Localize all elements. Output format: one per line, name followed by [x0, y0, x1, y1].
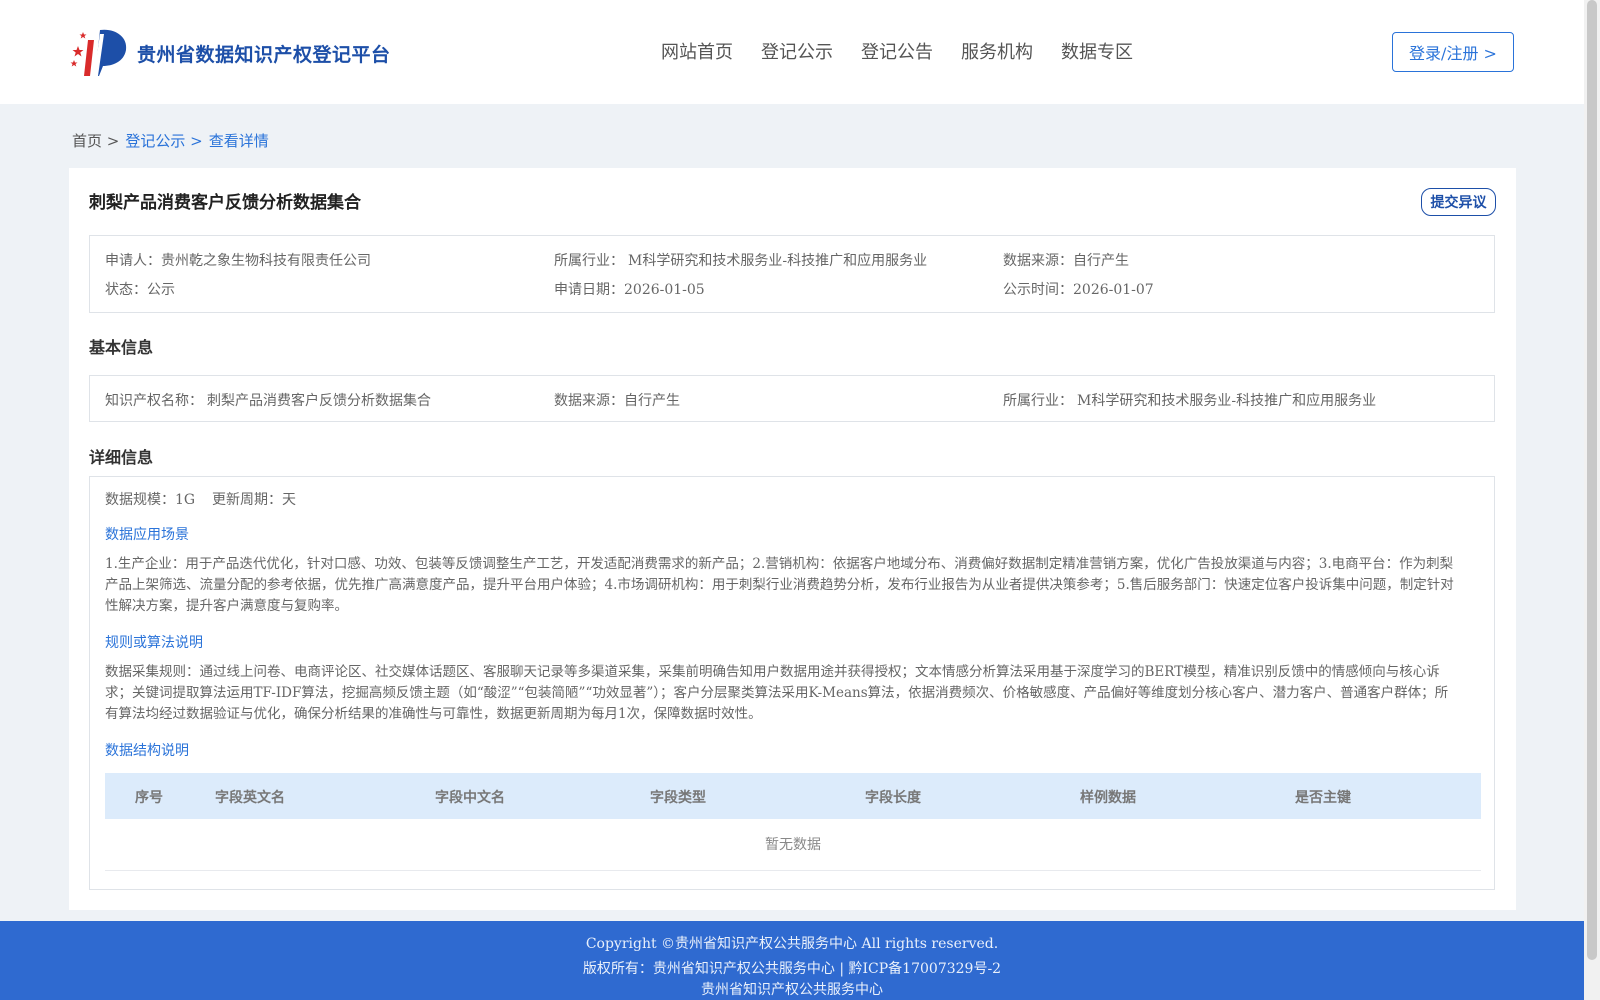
- detail-info-heading: 详细信息: [89, 448, 154, 467]
- top-header: 贵州省数据知识产权登记平台 网站首页 登记公示 登记公告 服务机构 数据专区 登…: [0, 0, 1584, 104]
- scale-field: 数据规模：1G: [105, 489, 195, 509]
- publish-date-label: 公示时间：: [1003, 282, 1073, 298]
- column-header-field-cn: 字段中文名: [435, 790, 505, 806]
- publish-date-value: 2026-01-07: [1073, 282, 1154, 298]
- industry-value: M科学研究和技术服务业-科技推广和应用服务业: [628, 253, 928, 269]
- structure-heading: 数据结构说明: [105, 743, 189, 759]
- status-label: 状态：: [105, 282, 147, 298]
- source-label: 数据来源：: [1003, 253, 1073, 269]
- basic-industry-field: 所属行业： M科学研究和技术服务业-科技推广和应用服务业: [1003, 390, 1376, 410]
- basic-info-box: 知识产权名称： 刺梨产品消费客户反馈分析数据集合 数据来源：自行产生 所属行业： M…: [89, 375, 1495, 422]
- apply-date-label: 申请日期：: [554, 282, 624, 298]
- applicant-label: 申请人：: [105, 253, 161, 269]
- detail-info-box: 数据规模：1G 更新周期：天 数据应用场景 1.生产企业：用于产品迭代优化，针对…: [89, 476, 1495, 890]
- basic-industry-value: M科学研究和技术服务业-科技推广和应用服务业: [1077, 393, 1377, 409]
- column-header-sample: 样例数据: [1080, 790, 1136, 806]
- scenario-text: 1.生产企业：用于产品迭代优化，针对口感、功效、包装等反馈调整生产工艺，开发适配…: [105, 556, 1454, 614]
- page-footer: Copyright ©贵州省知识产权公共服务中心 All rights rese…: [0, 921, 1584, 1000]
- footer-copyright: Copyright ©贵州省知识产权公共服务中心 All rights rese…: [585, 936, 999, 952]
- basic-source-label: 数据来源：: [554, 393, 624, 409]
- source-field: 数据来源：自行产生: [1003, 250, 1129, 270]
- nav-item-data-zone[interactable]: 数据专区: [1061, 38, 1133, 64]
- detail-card: 刺梨产品消费客户反馈分析数据集合 提交异议 申请人：贵州乾之象生物科技有限责任公…: [69, 168, 1516, 910]
- scenario-heading: 数据应用场景: [105, 527, 189, 543]
- nav-item-registration-publicity[interactable]: 登记公示: [761, 38, 833, 64]
- platform-logo-icon: [70, 29, 127, 76]
- status-field: 状态：公示: [105, 279, 175, 299]
- structure-table-header: 序号 字段英文名 字段中文名 字段类型 字段长度 样例数据 是否主键: [105, 773, 1481, 819]
- column-header-index: 序号: [135, 790, 163, 806]
- source-value: 自行产生: [1073, 253, 1129, 269]
- breadcrumb-current: 查看详情: [208, 132, 269, 150]
- algorithm-heading: 规则或算法说明: [105, 635, 203, 651]
- column-header-field-type: 字段类型: [650, 790, 706, 806]
- cycle-field: 更新周期：天: [212, 489, 296, 509]
- basic-industry-label: 所属行业：: [1003, 393, 1073, 409]
- basic-info-heading: 基本信息: [89, 338, 154, 357]
- basic-source-value: 自行产生: [624, 393, 680, 409]
- nav-item-registration-announcement[interactable]: 登记公告: [861, 38, 933, 64]
- summary-box: 申请人：贵州乾之象生物科技有限责任公司 所属行业： M科学研究和技术服务业-科技推…: [89, 235, 1495, 313]
- column-header-field-length: 字段长度: [865, 790, 921, 806]
- status-value: 公示: [147, 282, 175, 298]
- scale-label: 数据规模：: [105, 492, 175, 508]
- nav-item-service-agencies[interactable]: 服务机构: [961, 38, 1033, 64]
- page-title: 刺梨产品消费客户反馈分析数据集合: [89, 193, 361, 213]
- column-header-primary-key: 是否主键: [1295, 790, 1351, 806]
- industry-field: 所属行业： M科学研究和技术服务业-科技推广和应用服务业: [554, 250, 927, 270]
- scale-value: 1G: [175, 492, 196, 508]
- breadcrumb: 首页 > 登记公示 > 查看详情: [72, 130, 269, 151]
- apply-date-value: 2026-01-05: [624, 282, 705, 298]
- nav-item-home[interactable]: 网站首页: [661, 38, 733, 64]
- algorithm-text: 数据采集规则：通过线上问卷、电商评论区、社交媒体话题区、客服聊天记录等多渠道采集…: [105, 664, 1449, 722]
- table-empty-state: 暂无数据: [765, 837, 821, 853]
- scrollbar-thumb[interactable]: [1587, 0, 1597, 960]
- ip-name-value: 刺梨产品消费客户反馈分析数据集合: [207, 393, 431, 409]
- ip-name-label: 知识产权名称：: [105, 393, 203, 409]
- login-register-button[interactable]: 登录/注册 >: [1392, 32, 1514, 72]
- column-header-field-en: 字段英文名: [215, 790, 285, 806]
- breadcrumb-registration-publicity[interactable]: 登记公示 >: [125, 130, 202, 151]
- cycle-label: 更新周期：: [212, 492, 282, 508]
- submit-objection-button[interactable]: 提交异议: [1421, 188, 1496, 216]
- site-name[interactable]: 贵州省数据知识产权登记平台: [137, 40, 391, 67]
- footer-org: 贵州省知识产权公共服务中心: [701, 982, 883, 998]
- main-nav: 网站首页 登记公示 登记公告 服务机构 数据专区: [661, 38, 1133, 64]
- publish-date-field: 公示时间：2026-01-07: [1003, 279, 1154, 299]
- ip-name-field: 知识产权名称： 刺梨产品消费客户反馈分析数据集合: [105, 390, 431, 410]
- industry-label: 所属行业：: [554, 253, 624, 269]
- applicant-field: 申请人：贵州乾之象生物科技有限责任公司: [105, 250, 371, 270]
- applicant-value: 贵州乾之象生物科技有限责任公司: [161, 253, 371, 269]
- footer-icp[interactable]: 版权所有：贵州省知识产权公共服务中心 | 黔ICP备17007329号-2: [0, 958, 1584, 978]
- apply-date-field: 申请日期：2026-01-05: [554, 279, 705, 299]
- page-scrollbar[interactable]: [1584, 0, 1600, 1000]
- table-divider: [105, 870, 1481, 871]
- basic-source-field: 数据来源：自行产生: [554, 390, 680, 410]
- breadcrumb-home[interactable]: 首页 >: [72, 130, 119, 151]
- cycle-value: 天: [282, 492, 296, 508]
